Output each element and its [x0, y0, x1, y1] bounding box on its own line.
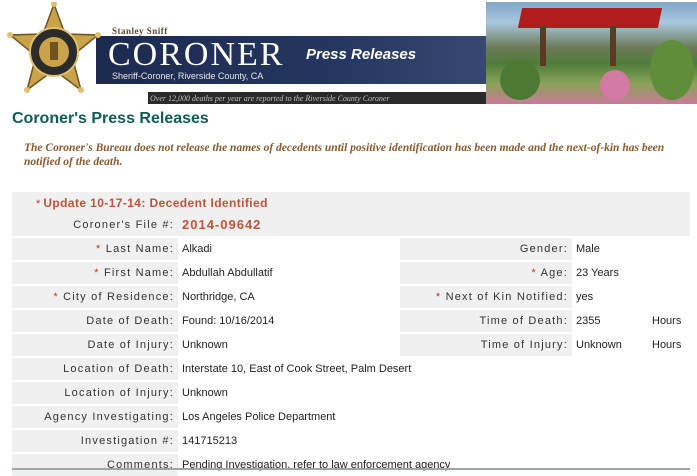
banner-photo-post — [540, 26, 546, 66]
table-row: Investigation #: 141715213 — [12, 430, 690, 452]
time-of-death-label: Time of Death: — [400, 310, 572, 332]
date-of-injury-label: Date of Injury: — [12, 334, 178, 356]
time-of-injury-unit: Hours — [646, 334, 690, 356]
table-row: Location of Injury: Unknown — [12, 382, 690, 404]
last-name-label: * Last Name: — [12, 238, 178, 260]
time-of-injury-label: Time of Injury: — [400, 334, 572, 356]
sheriff-badge-logo — [4, 1, 104, 102]
time-of-death-unit: Hours — [646, 310, 690, 332]
agency-investigating-label: Agency Investigating: — [12, 406, 178, 428]
update-heading: * Update 10-17-14: Decedent Identified — [36, 196, 268, 210]
gender-label: Gender: — [400, 238, 572, 260]
location-of-injury-label: Location of Injury: — [12, 382, 178, 404]
banner-photo-plant — [650, 40, 694, 100]
comments-value: Pending Investigation, refer to law enfo… — [178, 454, 690, 476]
table-row: Date of Injury: Unknown Time of Injury: … — [12, 334, 690, 356]
gender-value: Male — [572, 238, 690, 260]
investigation-number-value: 141715213 — [178, 430, 690, 452]
identification-notice: The Coroner's Bureau does not release th… — [24, 142, 665, 168]
banner-photo-awning — [517, 8, 663, 28]
age-label: * Age: — [400, 262, 572, 284]
file-number-value: 2014-09642 — [182, 217, 262, 232]
first-name-value: Abdullah Abdullatif — [178, 262, 400, 284]
banner-photo-post — [610, 26, 616, 66]
comments-label: Comments: — [12, 454, 178, 476]
banner-tagline: Over 12,000 deaths per year are reported… — [150, 94, 390, 103]
date-of-death-value: Found: 10/16/2014 — [178, 310, 400, 332]
banner-agency-name: Stanley Sniff — [112, 26, 168, 36]
last-name-value: Alkadi — [178, 238, 400, 260]
table-row: Coroner's File #: 2014-09642 — [12, 214, 690, 236]
banner-photo-flowers — [600, 70, 630, 100]
date-of-death-label: Date of Death: — [12, 310, 178, 332]
banner-photo-plant — [500, 60, 540, 100]
table-bottom-rule — [12, 468, 690, 470]
table-row: Location of Death: Interstate 10, East o… — [12, 358, 690, 380]
next-of-kin-value: yes — [572, 286, 690, 308]
time-of-death-value: 2355 — [572, 310, 646, 332]
agency-investigating-value: Los Angeles Police Department — [178, 406, 690, 428]
next-of-kin-label: * Next of Kin Notified: — [400, 286, 572, 308]
date-of-injury-value: Unknown — [178, 334, 400, 356]
location-of-injury-value: Unknown — [178, 382, 690, 404]
city-value: Northridge, CA — [178, 286, 400, 308]
location-of-death-value: Interstate 10, East of Cook Street, Palm… — [178, 358, 690, 380]
file-number-cell: 2014-09642 — [178, 214, 690, 236]
banner-subtitle: Sheriff-Coroner, Riverside County, CA — [112, 71, 264, 81]
banner-title: Coroner — [108, 36, 285, 73]
table-row: * Update 10-17-14: Decedent Identified — [12, 192, 690, 214]
investigation-number-label: Investigation #: — [12, 430, 178, 452]
first-name-label: * First Name: — [12, 262, 178, 284]
location-of-death-label: Location of Death: — [12, 358, 178, 380]
table-row: * First Name: Abdullah Abdullatif * Age:… — [12, 262, 690, 284]
time-of-injury-value: Unknown — [572, 334, 646, 356]
table-row: * Last Name: Alkadi Gender: Male — [12, 238, 690, 260]
age-value: 23 Years — [572, 262, 690, 284]
page-title: Coroner's Press Releases — [12, 110, 209, 127]
table-row: * City of Residence: Northridge, CA * Ne… — [12, 286, 690, 308]
banner-section: Press Releases — [306, 46, 417, 63]
city-label: * City of Residence: — [12, 286, 178, 308]
table-row: Agency Investigating: Los Angeles Police… — [12, 406, 690, 428]
file-number-label: Coroner's File #: — [12, 214, 178, 236]
site-banner: Stanley Sniff Coroner Sheriff-Coroner, R… — [0, 0, 697, 104]
table-row: Comments: Pending Investigation, refer t… — [12, 454, 690, 476]
table-row: Date of Death: Found: 10/16/2014 Time of… — [12, 310, 690, 332]
